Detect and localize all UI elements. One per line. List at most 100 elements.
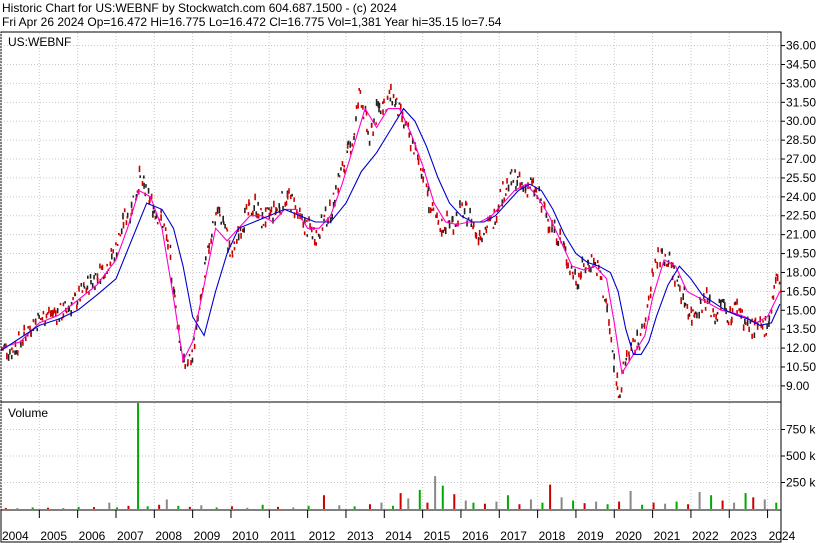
- price-bar: [226, 229, 229, 232]
- price-bar: [220, 221, 223, 225]
- price-bar: [571, 271, 574, 275]
- price-bar: [643, 322, 646, 329]
- price-bar: [233, 241, 236, 245]
- price-bar: [378, 102, 381, 109]
- price-bar: [65, 311, 68, 314]
- price-bar: [577, 284, 580, 289]
- price-bar: [632, 337, 634, 343]
- price-bar: [126, 212, 129, 218]
- price-bar: [167, 243, 169, 250]
- price-bar: [644, 317, 647, 322]
- price-bar: [502, 181, 504, 185]
- price-bar: [62, 302, 65, 307]
- price-bar: [684, 302, 687, 306]
- price-bar: [211, 233, 213, 238]
- x-tick-label: 2024: [769, 529, 796, 543]
- volume-bar: [441, 485, 444, 509]
- price-bar: [42, 311, 45, 315]
- price-bar: [727, 321, 730, 326]
- price-bar: [739, 307, 742, 314]
- price-bar: [670, 261, 673, 269]
- price-bar: [36, 328, 39, 332]
- price-bar: [652, 272, 654, 277]
- price-bar: [270, 206, 273, 213]
- price-bar: [101, 264, 104, 271]
- volume-bar: [177, 505, 180, 509]
- volume-bar: [407, 498, 410, 509]
- volume-bar: [215, 507, 218, 509]
- price-bar: [392, 93, 395, 99]
- price-bar: [90, 279, 92, 285]
- price-bar: [56, 307, 59, 314]
- price-bar: [650, 286, 652, 292]
- price-bar: [763, 334, 766, 338]
- price-bar: [442, 229, 445, 233]
- price-bar: [169, 254, 172, 260]
- price-bar: [261, 225, 263, 229]
- price-bar: [485, 228, 488, 234]
- price-bar: [87, 275, 89, 279]
- price-y-tick-label: 18.00: [786, 265, 816, 279]
- volume-bar: [618, 501, 621, 509]
- price-bar: [83, 286, 86, 289]
- price-bar: [469, 207, 471, 214]
- price-bar: [477, 237, 480, 240]
- price-bar: [768, 315, 771, 321]
- volume-bar: [472, 502, 475, 509]
- volume-bar: [606, 504, 609, 509]
- price-bar: [237, 233, 240, 241]
- price-bar: [130, 201, 133, 208]
- price-bar: [86, 285, 89, 290]
- volume-bar: [652, 502, 655, 509]
- price-bar: [191, 349, 193, 353]
- price-bar: [696, 312, 698, 319]
- price-bar: [310, 226, 313, 233]
- x-tick-label: 2023: [730, 529, 757, 543]
- volume-bar: [483, 503, 486, 509]
- price-bar: [147, 187, 150, 194]
- price-bar: [772, 295, 775, 300]
- price-bar: [11, 347, 13, 351]
- price-bar: [774, 276, 777, 284]
- price-bar: [303, 231, 306, 236]
- price-bar: [231, 254, 234, 258]
- price-bar: [677, 284, 680, 287]
- price-y-tick-label: 31.50: [786, 95, 816, 109]
- price-bar: [253, 205, 255, 211]
- volume-bar: [246, 507, 249, 509]
- volume-bar: [92, 507, 95, 509]
- price-bar: [145, 184, 147, 188]
- x-tick-label: 2007: [117, 529, 144, 543]
- volume-bar: [391, 505, 394, 509]
- price-bar: [736, 298, 738, 305]
- price-bar: [431, 202, 434, 207]
- price-bar: [432, 207, 435, 211]
- price-bar: [426, 190, 429, 197]
- price-bar: [315, 229, 318, 234]
- price-y-tick-label: 34.50: [786, 58, 816, 72]
- volume-bar: [353, 506, 356, 509]
- volume-bar: [434, 476, 437, 509]
- price-bar: [115, 242, 117, 246]
- volume-bar: [710, 495, 713, 509]
- volume-bar: [127, 505, 130, 509]
- price-bar: [446, 210, 448, 217]
- volume-bar: [62, 507, 65, 509]
- price-bar: [264, 207, 267, 212]
- volume-bar: [518, 504, 521, 509]
- price-bar: [688, 313, 691, 317]
- price-bar: [654, 260, 657, 263]
- price-bar: [455, 211, 458, 217]
- price-bar: [204, 261, 206, 265]
- price-bar: [759, 316, 762, 323]
- volume-panel: Volume 750 k 500 k 250 k: [0, 401, 816, 511]
- price-bar: [548, 226, 551, 233]
- price-bar: [665, 263, 668, 267]
- price-y-axis: 36.00 34.50 33.00 31.50 30.00 28.50 27.00 25.50…: [781, 39, 816, 393]
- volume-bar: [595, 501, 598, 509]
- price-bar: [81, 290, 84, 293]
- price-bar: [748, 326, 751, 333]
- price-bar: [742, 324, 745, 331]
- price-bar: [510, 181, 513, 186]
- price-bar: [613, 353, 616, 360]
